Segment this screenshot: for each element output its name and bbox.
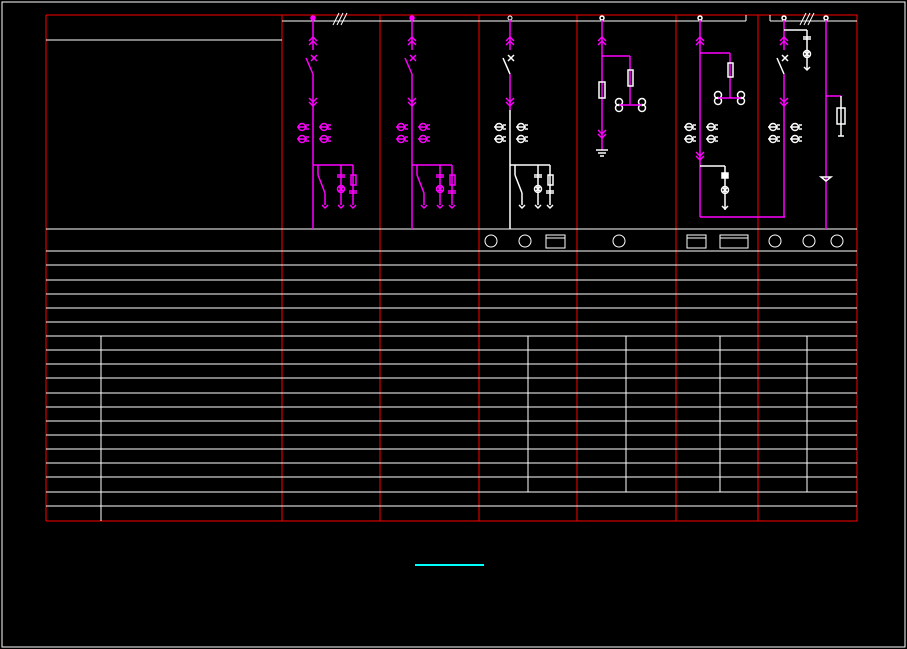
meter-dial-icon — [830, 234, 844, 248]
instrument-row — [484, 234, 844, 249]
drawing-frame — [1, 1, 906, 648]
busbar-node — [310, 15, 316, 21]
panel-5-circuit — [684, 15, 785, 218]
meter-dial-icon — [802, 234, 816, 248]
busbar-node — [409, 15, 415, 21]
panel-1-circuit — [297, 15, 358, 229]
current-transformer-icon — [494, 124, 528, 143]
current-transformer-icon — [768, 124, 802, 143]
voltage-transformer-group — [312, 164, 358, 209]
disconnector-icon — [776, 54, 789, 75]
meter-box-icon — [545, 234, 566, 249]
row-lines — [46, 228, 857, 507]
busbar-node — [781, 15, 787, 21]
earth-icon — [596, 149, 608, 157]
current-transformer-icon — [297, 124, 331, 143]
voltage-transformer-group — [509, 164, 555, 209]
busbar-node — [599, 15, 605, 21]
panel-4-circuit — [596, 15, 647, 157]
busbar-node — [823, 15, 829, 21]
voltage-transformer-group — [411, 164, 457, 209]
busbar-node — [507, 15, 513, 21]
circuit-breaker-icon — [305, 54, 318, 75]
circuit-breaker-icon — [404, 54, 417, 75]
panel-dividers — [45, 15, 858, 521]
meter-dial-icon — [612, 234, 626, 248]
busbar-node — [697, 15, 703, 21]
single-line-diagram — [1, 1, 906, 648]
panel-3-circuit — [494, 15, 555, 229]
table-grid — [45, 14, 858, 522]
meter-dial-icon — [484, 234, 498, 248]
disconnector-icon — [502, 54, 515, 75]
capacitor-icon — [721, 172, 729, 179]
meter-dial-icon — [768, 234, 782, 248]
current-transformer-icon — [396, 124, 430, 143]
panel-2-circuit — [396, 15, 457, 229]
current-transformer-icon — [684, 124, 718, 143]
meter-dial-icon — [518, 234, 532, 248]
panel-6-circuit — [768, 15, 846, 229]
meter-box-icon — [686, 234, 707, 249]
meter-box-icon — [719, 234, 749, 249]
